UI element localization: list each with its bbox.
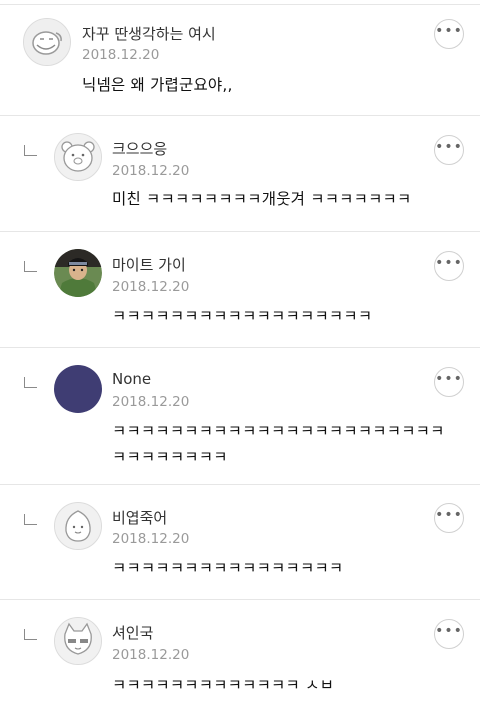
- more-icon: •••: [435, 255, 463, 271]
- reply-indicator-icon: [24, 145, 37, 156]
- comment-body-line: 닉넴은 왜 가렵군요야,,: [82, 76, 233, 94]
- comment-body: ㅋㅋㅋㅋㅋㅋㅋㅋㅋㅋㅋㅋㅋ ㅅㅂ: [112, 672, 334, 698]
- avatar[interactable]: [54, 617, 102, 665]
- comment-body: ㅋㅋㅋㅋㅋㅋㅋㅋㅋㅋㅋㅋㅋㅋㅋㅋㅋㅋ: [112, 303, 372, 329]
- comment-item: 자꾸 딴생각하는 여시 2018.12.20 닉넴은 왜 가렵군요야,, •••: [0, 5, 480, 116]
- comment-body: ㅋㅋㅋㅋㅋㅋㅋㅋㅋㅋㅋㅋㅋㅋㅋㅋ: [112, 555, 343, 581]
- reply-item: 비엽죽어 2018.12.20 ㅋㅋㅋㅋㅋㅋㅋㅋㅋㅋㅋㅋㅋㅋㅋㅋ •••: [0, 485, 480, 600]
- comment-username[interactable]: 셔인국: [112, 622, 153, 643]
- comment-body-line: ㅋㅋㅋㅋㅋㅋㅋㅋㅋㅋㅋㅋㅋㅋㅋㅋ: [112, 559, 344, 577]
- more-options-button[interactable]: •••: [434, 19, 464, 49]
- reply-indicator-icon: [24, 629, 37, 640]
- avatar[interactable]: [54, 365, 102, 413]
- comment-body-line: ㅋㅋㅋㅋㅋㅋㅋㅋㅋㅋㅋㅋㅋ ㅅㅂ: [112, 676, 335, 694]
- comment-thread: 자꾸 딴생각하는 여시 2018.12.20 닉넴은 왜 가렵군요야,, •••…: [0, 0, 480, 706]
- comment-date: 2018.12.20: [112, 647, 190, 663]
- comment-username[interactable]: 크으으응: [112, 138, 167, 159]
- comment-body-line: ㅋㅋㅋㅋㅋㅋㅋㅋ: [112, 448, 228, 466]
- reply-item: None 2018.12.20 ㅋㅋㅋㅋㅋㅋㅋㅋㅋㅋㅋㅋㅋㅋㅋㅋㅋㅋㅋㅋㅋㅋㅋ …: [0, 348, 480, 485]
- comment-body: ㅋㅋㅋㅋㅋㅋㅋㅋㅋㅋㅋㅋㅋㅋㅋㅋㅋㅋㅋㅋㅋㅋㅋ ㅋㅋㅋㅋㅋㅋㅋㅋ: [112, 418, 445, 470]
- comment-date: 2018.12.20: [112, 531, 190, 547]
- comment-username[interactable]: 마이트 가이: [112, 254, 186, 275]
- comment-body: 미친 ㅋㅋㅋㅋㅋㅋㅋㅋ개웃겨 ㅋㅋㅋㅋㅋㅋㅋ: [112, 186, 411, 212]
- reply-item: 셔인국 2018.12.20 ㅋㅋㅋㅋㅋㅋㅋㅋㅋㅋㅋㅋㅋ ㅅㅂ •••: [0, 600, 480, 706]
- more-icon: •••: [435, 139, 463, 155]
- avatar[interactable]: [54, 502, 102, 550]
- avatar[interactable]: [54, 249, 102, 297]
- reply-indicator-icon: [24, 261, 37, 272]
- avatar[interactable]: [23, 18, 71, 66]
- more-icon: •••: [435, 23, 463, 39]
- more-icon: •••: [435, 507, 463, 523]
- comment-body: 닉넴은 왜 가렵군요야,,: [82, 72, 233, 98]
- comment-body-line: ㅋㅋㅋㅋㅋㅋㅋㅋㅋㅋㅋㅋㅋㅋㅋㅋㅋㅋ: [112, 307, 373, 325]
- comment-date: 2018.12.20: [112, 163, 190, 179]
- reply-item: 마이트 가이 2018.12.20 ㅋㅋㅋㅋㅋㅋㅋㅋㅋㅋㅋㅋㅋㅋㅋㅋㅋㅋ •••: [0, 232, 480, 348]
- reply-indicator-icon: [24, 377, 37, 388]
- more-options-button[interactable]: •••: [434, 503, 464, 533]
- comment-date: 2018.12.20: [112, 394, 190, 410]
- comment-date: 2018.12.20: [82, 47, 160, 63]
- more-options-button[interactable]: •••: [434, 135, 464, 165]
- reply-item: 크으으응 2018.12.20 미친 ㅋㅋㅋㅋㅋㅋㅋㅋ개웃겨 ㅋㅋㅋㅋㅋㅋㅋ •…: [0, 116, 480, 232]
- more-options-button[interactable]: •••: [434, 251, 464, 281]
- comment-username[interactable]: 비엽죽어: [112, 507, 167, 528]
- more-options-button[interactable]: •••: [434, 619, 464, 649]
- comment-body-line: 미친 ㅋㅋㅋㅋㅋㅋㅋㅋ개웃겨 ㅋㅋㅋㅋㅋㅋㅋ: [112, 190, 412, 208]
- more-icon: •••: [435, 623, 463, 639]
- more-icon: •••: [435, 371, 463, 387]
- comment-username[interactable]: None: [112, 370, 151, 388]
- more-options-button[interactable]: •••: [434, 367, 464, 397]
- reply-indicator-icon: [24, 514, 37, 525]
- comment-body-line: ㅋㅋㅋㅋㅋㅋㅋㅋㅋㅋㅋㅋㅋㅋㅋㅋㅋㅋㅋㅋㅋㅋㅋ: [112, 422, 445, 440]
- avatar[interactable]: [54, 133, 102, 181]
- comment-date: 2018.12.20: [112, 279, 190, 295]
- comment-username[interactable]: 자꾸 딴생각하는 여시: [82, 23, 216, 44]
